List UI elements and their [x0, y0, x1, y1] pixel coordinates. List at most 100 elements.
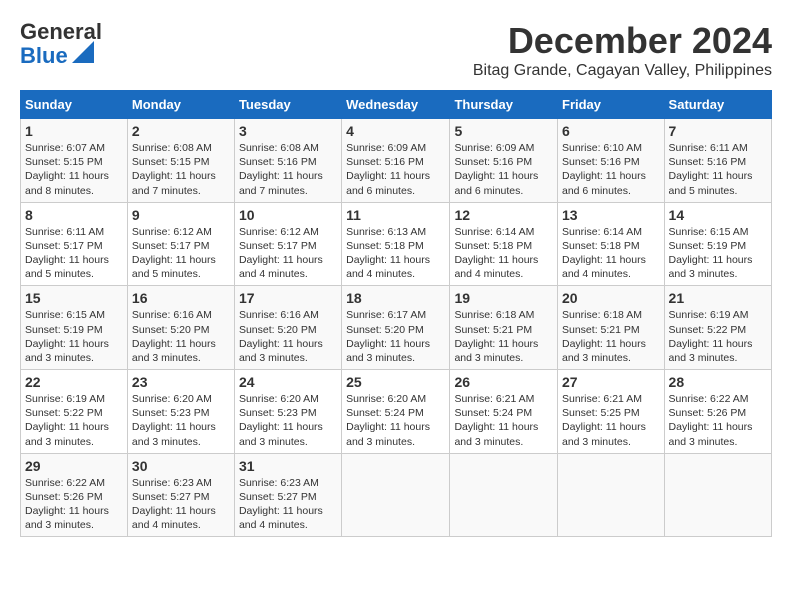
calendar-cell: [558, 453, 665, 537]
calendar-table: Sunday Monday Tuesday Wednesday Thursday…: [20, 90, 772, 537]
day-detail: Sunrise: 6:22 AMSunset: 5:26 PMDaylight:…: [669, 393, 753, 448]
day-detail: Sunrise: 6:14 AMSunset: 5:18 PMDaylight:…: [562, 226, 646, 281]
calendar-cell: 10 Sunrise: 6:12 AMSunset: 5:17 PMDaylig…: [234, 202, 341, 286]
calendar-cell: 31 Sunrise: 6:23 AMSunset: 5:27 PMDaylig…: [234, 453, 341, 537]
calendar-cell: 18 Sunrise: 6:17 AMSunset: 5:20 PMDaylig…: [342, 286, 450, 370]
day-number: 24: [239, 374, 337, 390]
day-number: 4: [346, 123, 445, 139]
day-detail: Sunrise: 6:10 AMSunset: 5:16 PMDaylight:…: [562, 142, 646, 197]
calendar-cell: 5 Sunrise: 6:09 AMSunset: 5:16 PMDayligh…: [450, 119, 558, 203]
day-detail: Sunrise: 6:20 AMSunset: 5:23 PMDaylight:…: [132, 393, 216, 448]
calendar-cell: [664, 453, 771, 537]
day-number: 19: [454, 290, 553, 306]
day-detail: Sunrise: 6:17 AMSunset: 5:20 PMDaylight:…: [346, 309, 430, 364]
day-detail: Sunrise: 6:13 AMSunset: 5:18 PMDaylight:…: [346, 226, 430, 281]
header-monday: Monday: [127, 91, 234, 119]
logo-blue: Blue: [20, 44, 68, 68]
calendar-cell: 14 Sunrise: 6:15 AMSunset: 5:19 PMDaylig…: [664, 202, 771, 286]
day-detail: Sunrise: 6:09 AMSunset: 5:16 PMDaylight:…: [454, 142, 538, 197]
calendar-cell: 9 Sunrise: 6:12 AMSunset: 5:17 PMDayligh…: [127, 202, 234, 286]
calendar-week-4: 22 Sunrise: 6:19 AMSunset: 5:22 PMDaylig…: [21, 370, 772, 454]
day-number: 2: [132, 123, 230, 139]
calendar-cell: 13 Sunrise: 6:14 AMSunset: 5:18 PMDaylig…: [558, 202, 665, 286]
day-detail: Sunrise: 6:16 AMSunset: 5:20 PMDaylight:…: [239, 309, 323, 364]
day-detail: Sunrise: 6:08 AMSunset: 5:15 PMDaylight:…: [132, 142, 216, 197]
day-number: 7: [669, 123, 767, 139]
day-detail: Sunrise: 6:11 AMSunset: 5:16 PMDaylight:…: [669, 142, 753, 197]
calendar-cell: 22 Sunrise: 6:19 AMSunset: 5:22 PMDaylig…: [21, 370, 128, 454]
day-detail: Sunrise: 6:15 AMSunset: 5:19 PMDaylight:…: [25, 309, 109, 364]
calendar-cell: 12 Sunrise: 6:14 AMSunset: 5:18 PMDaylig…: [450, 202, 558, 286]
header-saturday: Saturday: [664, 91, 771, 119]
day-detail: Sunrise: 6:18 AMSunset: 5:21 PMDaylight:…: [562, 309, 646, 364]
day-detail: Sunrise: 6:19 AMSunset: 5:22 PMDaylight:…: [25, 393, 109, 448]
calendar-cell: 2 Sunrise: 6:08 AMSunset: 5:15 PMDayligh…: [127, 119, 234, 203]
calendar-cell: 7 Sunrise: 6:11 AMSunset: 5:16 PMDayligh…: [664, 119, 771, 203]
header-friday: Friday: [558, 91, 665, 119]
day-detail: Sunrise: 6:20 AMSunset: 5:24 PMDaylight:…: [346, 393, 430, 448]
day-number: 11: [346, 207, 445, 223]
header-wednesday: Wednesday: [342, 91, 450, 119]
day-number: 29: [25, 458, 123, 474]
day-detail: Sunrise: 6:18 AMSunset: 5:21 PMDaylight:…: [454, 309, 538, 364]
day-detail: Sunrise: 6:20 AMSunset: 5:23 PMDaylight:…: [239, 393, 323, 448]
calendar-cell: 30 Sunrise: 6:23 AMSunset: 5:27 PMDaylig…: [127, 453, 234, 537]
day-number: 16: [132, 290, 230, 306]
day-number: 17: [239, 290, 337, 306]
day-detail: Sunrise: 6:19 AMSunset: 5:22 PMDaylight:…: [669, 309, 753, 364]
title-area: December 2024 Bitag Grande, Cagayan Vall…: [473, 20, 772, 80]
day-number: 6: [562, 123, 660, 139]
calendar-week-1: 1 Sunrise: 6:07 AMSunset: 5:15 PMDayligh…: [21, 119, 772, 203]
day-detail: Sunrise: 6:08 AMSunset: 5:16 PMDaylight:…: [239, 142, 323, 197]
calendar-cell: 4 Sunrise: 6:09 AMSunset: 5:16 PMDayligh…: [342, 119, 450, 203]
calendar-cell: 16 Sunrise: 6:16 AMSunset: 5:20 PMDaylig…: [127, 286, 234, 370]
day-number: 14: [669, 207, 767, 223]
day-number: 25: [346, 374, 445, 390]
day-number: 8: [25, 207, 123, 223]
header-row: Sunday Monday Tuesday Wednesday Thursday…: [21, 91, 772, 119]
calendar-week-3: 15 Sunrise: 6:15 AMSunset: 5:19 PMDaylig…: [21, 286, 772, 370]
day-detail: Sunrise: 6:12 AMSunset: 5:17 PMDaylight:…: [132, 226, 216, 281]
logo: General Blue: [20, 20, 102, 68]
day-number: 13: [562, 207, 660, 223]
day-number: 9: [132, 207, 230, 223]
day-detail: Sunrise: 6:12 AMSunset: 5:17 PMDaylight:…: [239, 226, 323, 281]
day-number: 23: [132, 374, 230, 390]
day-number: 10: [239, 207, 337, 223]
calendar-cell: 28 Sunrise: 6:22 AMSunset: 5:26 PMDaylig…: [664, 370, 771, 454]
day-number: 21: [669, 290, 767, 306]
calendar-cell: 29 Sunrise: 6:22 AMSunset: 5:26 PMDaylig…: [21, 453, 128, 537]
day-number: 3: [239, 123, 337, 139]
day-detail: Sunrise: 6:11 AMSunset: 5:17 PMDaylight:…: [25, 226, 109, 281]
calendar-cell: 6 Sunrise: 6:10 AMSunset: 5:16 PMDayligh…: [558, 119, 665, 203]
calendar-cell: 8 Sunrise: 6:11 AMSunset: 5:17 PMDayligh…: [21, 202, 128, 286]
day-number: 1: [25, 123, 123, 139]
page-header: General Blue December 2024 Bitag Grande,…: [20, 20, 772, 80]
calendar-cell: [342, 453, 450, 537]
calendar-cell: 19 Sunrise: 6:18 AMSunset: 5:21 PMDaylig…: [450, 286, 558, 370]
location-title: Bitag Grande, Cagayan Valley, Philippine…: [473, 62, 772, 80]
calendar-cell: 15 Sunrise: 6:15 AMSunset: 5:19 PMDaylig…: [21, 286, 128, 370]
header-tuesday: Tuesday: [234, 91, 341, 119]
calendar-cell: 20 Sunrise: 6:18 AMSunset: 5:21 PMDaylig…: [558, 286, 665, 370]
logo-icon: [72, 41, 94, 63]
calendar-cell: 27 Sunrise: 6:21 AMSunset: 5:25 PMDaylig…: [558, 370, 665, 454]
day-detail: Sunrise: 6:16 AMSunset: 5:20 PMDaylight:…: [132, 309, 216, 364]
calendar-cell: 3 Sunrise: 6:08 AMSunset: 5:16 PMDayligh…: [234, 119, 341, 203]
day-detail: Sunrise: 6:23 AMSunset: 5:27 PMDaylight:…: [132, 477, 216, 532]
day-detail: Sunrise: 6:22 AMSunset: 5:26 PMDaylight:…: [25, 477, 109, 532]
day-number: 27: [562, 374, 660, 390]
calendar-cell: 24 Sunrise: 6:20 AMSunset: 5:23 PMDaylig…: [234, 370, 341, 454]
calendar-cell: 23 Sunrise: 6:20 AMSunset: 5:23 PMDaylig…: [127, 370, 234, 454]
day-number: 18: [346, 290, 445, 306]
header-sunday: Sunday: [21, 91, 128, 119]
day-detail: Sunrise: 6:15 AMSunset: 5:19 PMDaylight:…: [669, 226, 753, 281]
day-number: 22: [25, 374, 123, 390]
day-number: 5: [454, 123, 553, 139]
calendar-cell: 1 Sunrise: 6:07 AMSunset: 5:15 PMDayligh…: [21, 119, 128, 203]
header-thursday: Thursday: [450, 91, 558, 119]
day-detail: Sunrise: 6:07 AMSunset: 5:15 PMDaylight:…: [25, 142, 109, 197]
day-number: 30: [132, 458, 230, 474]
day-detail: Sunrise: 6:21 AMSunset: 5:25 PMDaylight:…: [562, 393, 646, 448]
day-number: 26: [454, 374, 553, 390]
